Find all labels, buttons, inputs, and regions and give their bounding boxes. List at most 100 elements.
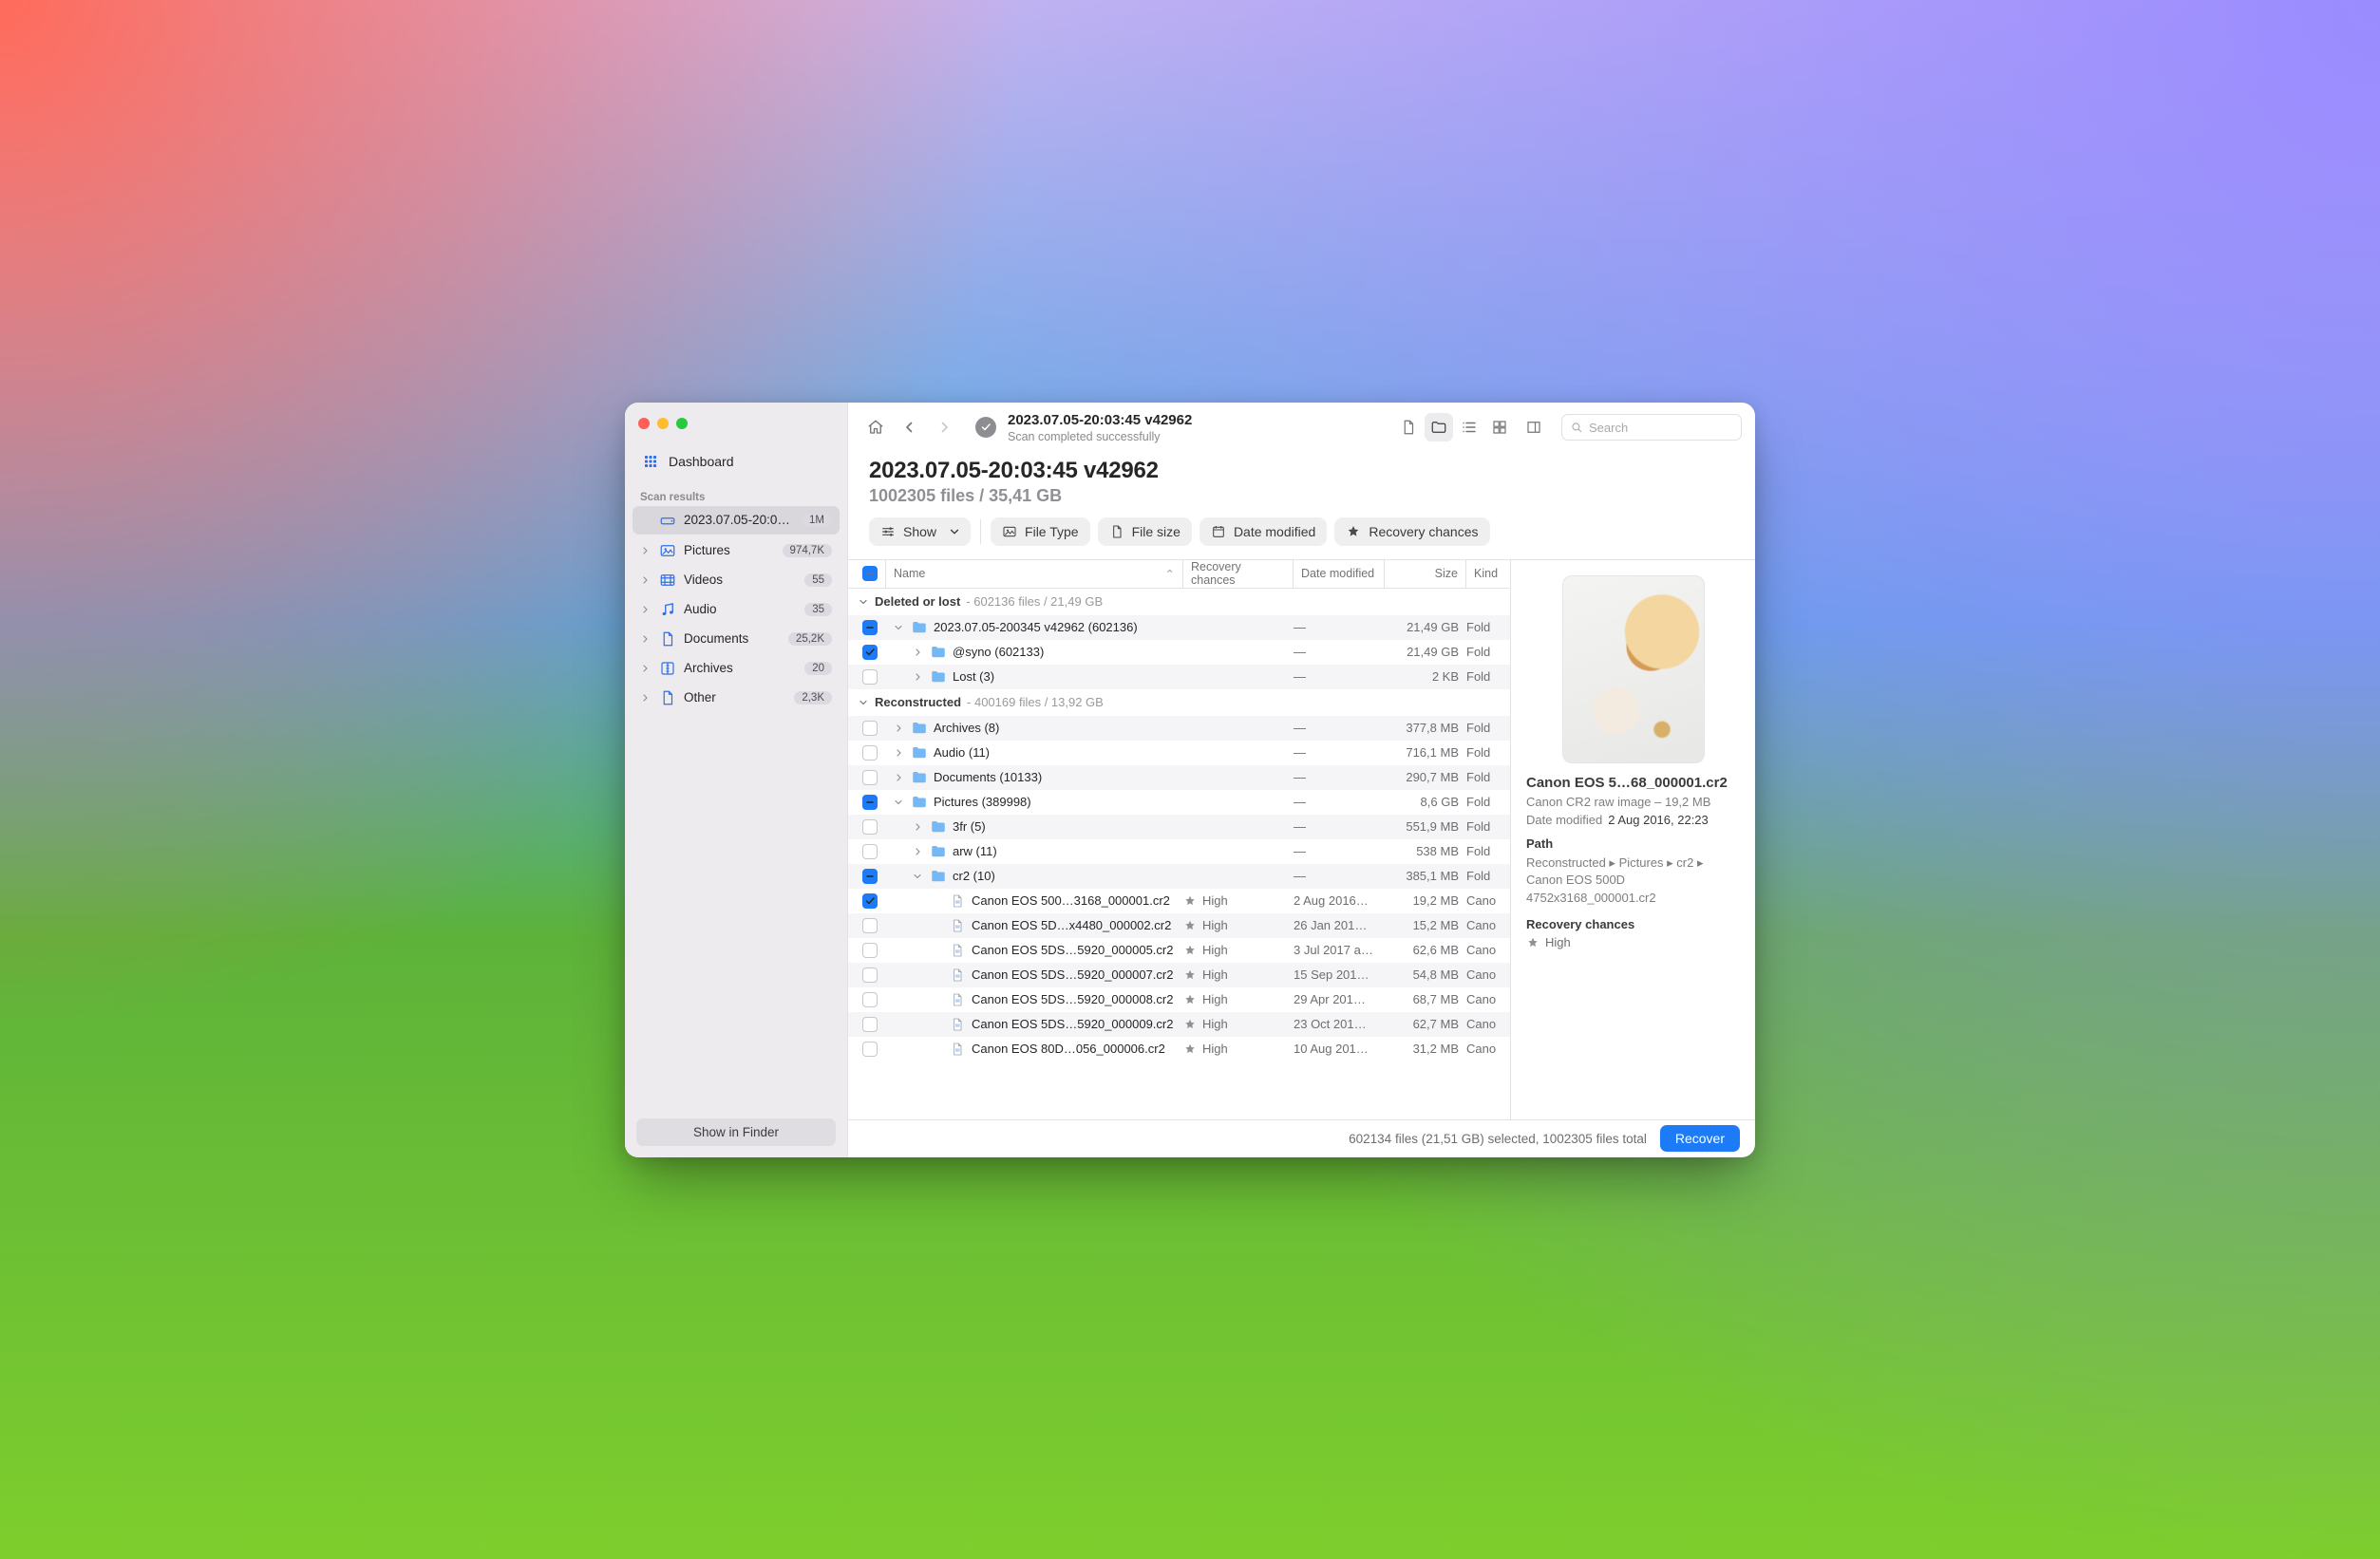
list-section-deleted[interactable]: Deleted or lost - 602136 files / 21,49 G…: [848, 589, 1510, 615]
close-window-button[interactable]: [638, 418, 650, 429]
chevron-down-icon[interactable]: [892, 796, 905, 809]
list-item[interactable]: Canon EOS 500…3168_000001.cr2High2 Aug 2…: [848, 889, 1510, 913]
row-date: —: [1294, 745, 1385, 760]
chevron-right-icon: [638, 632, 652, 646]
row-checkbox[interactable]: [854, 992, 886, 1007]
row-kind: Cano: [1466, 893, 1510, 908]
row-date: 26 Jan 201…: [1294, 918, 1385, 932]
chevron-right-icon[interactable]: [911, 670, 924, 684]
minimize-window-button[interactable]: [657, 418, 669, 429]
header-size[interactable]: Size: [1385, 560, 1466, 588]
chevron-right-icon[interactable]: [911, 646, 924, 659]
header-recovery[interactable]: Recovery chances: [1183, 560, 1294, 588]
row-checkbox[interactable]: [854, 745, 886, 761]
row-kind: Fold: [1466, 745, 1510, 760]
header-checkbox[interactable]: [854, 560, 886, 588]
list-item[interactable]: arw (11)—538 MBFold: [848, 839, 1510, 864]
nav-back-button[interactable]: [896, 413, 924, 441]
show-in-finder-button[interactable]: Show in Finder: [636, 1118, 836, 1146]
list-item[interactable]: cr2 (10)—385,1 MBFold: [848, 864, 1510, 889]
chevron-right-icon[interactable]: [911, 845, 924, 858]
sidebar-scan-item[interactable]: 2023.07.05-20:03:… 1M: [633, 506, 840, 535]
sidebar-item-dashboard[interactable]: Dashboard: [633, 446, 840, 477]
row-checkbox[interactable]: [854, 844, 886, 859]
row-kind: Cano: [1466, 992, 1510, 1006]
sidebar-item-videos[interactable]: Videos55: [633, 566, 840, 594]
chevron-right-icon[interactable]: [892, 746, 905, 760]
list-item[interactable]: Canon EOS 80D…056_000006.cr2High10 Aug 2…: [848, 1037, 1510, 1061]
filter-date-modified[interactable]: Date modified: [1199, 517, 1327, 546]
list-item[interactable]: Documents (10133)—290,7 MBFold: [848, 765, 1510, 790]
toggle-inspector-button[interactable]: [1520, 413, 1548, 441]
documents-icon: [659, 630, 676, 648]
list-item[interactable]: Audio (11)—716,1 MBFold: [848, 741, 1510, 765]
row-checkbox[interactable]: [854, 645, 886, 660]
list-item[interactable]: @syno (602133)—21,49 GBFold: [848, 640, 1510, 665]
star-icon: [1183, 1042, 1197, 1056]
header-name[interactable]: Name ⌃: [886, 560, 1183, 588]
sliders-icon: [880, 524, 896, 539]
row-checkbox[interactable]: [854, 721, 886, 736]
zoom-window-button[interactable]: [676, 418, 688, 429]
row-checkbox[interactable]: [854, 620, 886, 635]
filter-show[interactable]: Show: [869, 517, 971, 546]
row-checkbox[interactable]: [854, 1017, 886, 1032]
row-size: 68,7 MB: [1385, 992, 1466, 1006]
chevron-right-icon[interactable]: [911, 820, 924, 834]
view-grid-button[interactable]: [1485, 413, 1514, 441]
row-checkbox[interactable]: [854, 893, 886, 909]
list-item[interactable]: Canon EOS 5DS…5920_000007.cr2High15 Sep …: [848, 963, 1510, 987]
row-checkbox[interactable]: [854, 967, 886, 983]
list-item[interactable]: Canon EOS 5DS…5920_000005.cr2High3 Jul 2…: [848, 938, 1510, 963]
row-checkbox[interactable]: [854, 795, 886, 810]
nav-home-button[interactable]: [861, 413, 890, 441]
sidebar-item-archives[interactable]: Archives20: [633, 654, 840, 683]
row-date: 23 Oct 201…: [1294, 1017, 1385, 1031]
filter-recovery-chances[interactable]: Recovery chances: [1334, 517, 1489, 546]
sidebar-item-audio[interactable]: Audio35: [633, 595, 840, 624]
row-checkbox[interactable]: [854, 869, 886, 884]
row-name: Canon EOS 5DS…5920_000005.cr2: [972, 943, 1173, 957]
chevron-right-icon[interactable]: [892, 722, 905, 735]
row-checkbox[interactable]: [854, 770, 886, 785]
list-item[interactable]: Lost (3)—2 KBFold: [848, 665, 1510, 689]
header-kind[interactable]: Kind: [1466, 560, 1510, 588]
row-checkbox[interactable]: [854, 918, 886, 933]
list-item[interactable]: 2023.07.05-200345 v42962 (602136)—21,49 …: [848, 615, 1510, 640]
row-checkbox[interactable]: [854, 819, 886, 835]
list-item[interactable]: Pictures (389998)—8,6 GBFold: [848, 790, 1510, 815]
nav-forward-button[interactable]: [930, 413, 958, 441]
row-checkbox[interactable]: [854, 669, 886, 685]
chevron-down-icon[interactable]: [911, 870, 924, 883]
checkbox-mixed-icon: [862, 566, 878, 581]
view-list-button[interactable]: [1455, 413, 1483, 441]
list-section-reconstructed[interactable]: Reconstructed - 400169 files / 13,92 GB: [848, 689, 1510, 716]
filter-file-size[interactable]: File size: [1098, 517, 1192, 546]
list-header: Name ⌃ Recovery chances Date modified Si…: [848, 560, 1510, 589]
chevron-down-icon[interactable]: [892, 621, 905, 634]
row-checkbox[interactable]: [854, 1042, 886, 1057]
star-icon: [1183, 919, 1197, 932]
file-list: Name ⌃ Recovery chances Date modified Si…: [848, 560, 1510, 1119]
filter-file-type[interactable]: File Type: [991, 517, 1090, 546]
file-icon: [949, 1016, 966, 1033]
sidebar-item-other[interactable]: Other2,3K: [633, 684, 840, 712]
list-item[interactable]: 3fr (5)—551,9 MBFold: [848, 815, 1510, 839]
sidebar-dashboard-label: Dashboard: [669, 454, 734, 469]
view-doc-button[interactable]: [1394, 413, 1423, 441]
sidebar-item-documents[interactable]: Documents25,2K: [633, 625, 840, 653]
row-date: 2 Aug 2016…: [1294, 893, 1385, 908]
sidebar-item-pictures[interactable]: Pictures974,7K: [633, 536, 840, 565]
list-item[interactable]: Archives (8)—377,8 MBFold: [848, 716, 1510, 741]
header-date[interactable]: Date modified: [1294, 560, 1385, 588]
list-item[interactable]: Canon EOS 5D…x4480_000002.cr2High26 Jan …: [848, 913, 1510, 938]
search-input[interactable]: Search: [1561, 414, 1742, 441]
row-name: Canon EOS 80D…056_000006.cr2: [972, 1042, 1165, 1056]
recover-button[interactable]: Recover: [1660, 1125, 1740, 1152]
view-folder-button[interactable]: [1425, 413, 1453, 441]
list-item[interactable]: Canon EOS 5DS…5920_000008.cr2High29 Apr …: [848, 987, 1510, 1012]
sort-asc-icon: ⌃: [1165, 567, 1175, 581]
row-checkbox[interactable]: [854, 943, 886, 958]
chevron-right-icon[interactable]: [892, 771, 905, 784]
list-item[interactable]: Canon EOS 5DS…5920_000009.cr2High23 Oct …: [848, 1012, 1510, 1037]
